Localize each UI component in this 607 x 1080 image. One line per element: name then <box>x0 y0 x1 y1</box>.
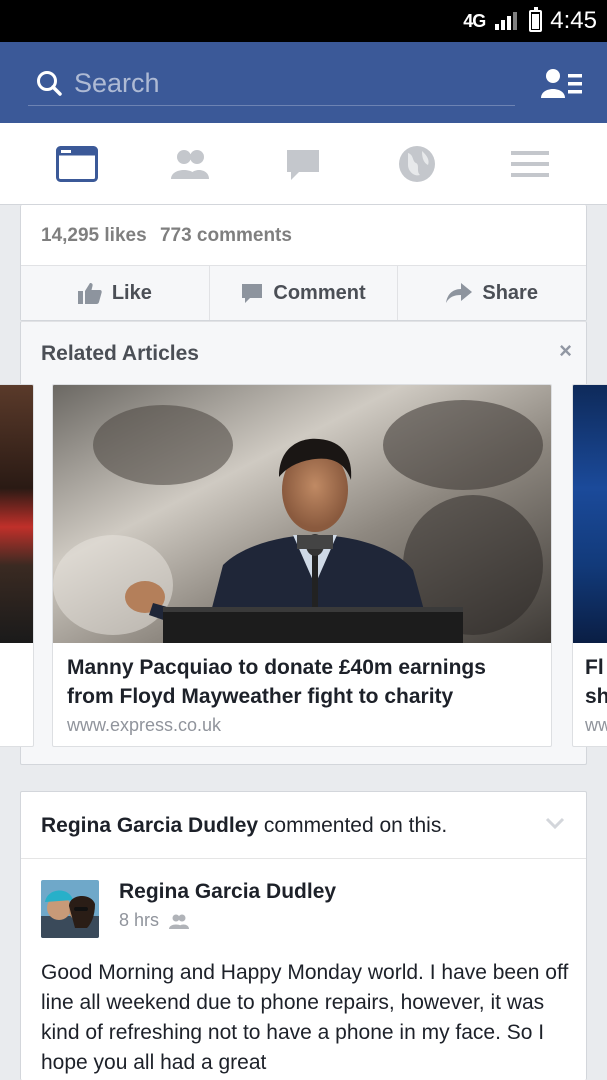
article-headline[interactable]: Manny Pacquiao to donate £40m earnings f… <box>67 653 537 711</box>
post-actions: Like Comment Share <box>21 265 586 320</box>
feed-story: Regina Garcia Dudley commented on this. … <box>20 791 587 1080</box>
network-indicator: 4G <box>463 10 486 31</box>
news-feed-icon <box>55 145 98 182</box>
tab-menu[interactable] <box>500 134 560 194</box>
tab-notifications[interactable] <box>387 134 447 194</box>
story-header: Regina Garcia Dudley commented on this. <box>41 814 447 838</box>
article-thumbnail <box>573 385 607 643</box>
article-source: www.express.co.uk <box>67 715 222 735</box>
previous-article-card[interactable] <box>0 384 34 747</box>
engagement-counts: 14,295 likes 773 comments <box>41 225 292 247</box>
signal-icon <box>493 10 521 32</box>
comments-count[interactable]: 773 comments <box>160 225 292 246</box>
share-arrow-icon <box>446 283 473 303</box>
messages-icon <box>287 149 320 180</box>
friend-requests-icon[interactable] <box>541 66 585 102</box>
timestamp[interactable]: 8 hrs <box>119 910 159 931</box>
article-thumbnail <box>53 385 551 643</box>
related-article-card[interactable]: Manny Pacquiao to donate £40m earnings f… <box>52 384 552 747</box>
globe-icon <box>398 145 435 182</box>
search-bar[interactable] <box>28 62 515 106</box>
post-body: Good Morning and Happy Monday world. I h… <box>41 961 569 1074</box>
share-button[interactable]: Share <box>397 266 586 320</box>
article-thumbnail <box>0 385 33 643</box>
actor-name[interactable]: Regina Garcia Dudley <box>41 814 258 837</box>
author-name[interactable]: Regina Garcia Dudley <box>119 880 336 904</box>
comment-button[interactable]: Comment <box>208 266 398 320</box>
comment-icon <box>242 284 263 303</box>
divider <box>21 858 586 859</box>
share-label: Share <box>482 281 538 304</box>
avatar-photo <box>41 880 99 938</box>
search-input[interactable] <box>74 68 494 99</box>
tab-bar <box>0 123 607 205</box>
like-label: Like <box>111 281 152 304</box>
next-article-headline: Fl sh <box>585 656 607 708</box>
tab-friends[interactable] <box>160 134 220 194</box>
status-bar: 4G 4:45 <box>0 0 607 42</box>
friends-icon <box>171 149 210 179</box>
hamburger-icon <box>511 150 550 177</box>
avatar[interactable] <box>41 880 99 938</box>
battery-icon <box>529 7 543 32</box>
next-article-source: ww <box>585 715 607 735</box>
close-icon[interactable]: × <box>559 338 572 364</box>
activity-text: commented on this. <box>263 814 448 837</box>
tab-news-feed[interactable] <box>47 134 107 194</box>
next-article-card[interactable]: Fl sh ww <box>572 384 607 747</box>
chevron-down-icon[interactable] <box>544 812 566 834</box>
thumbs-up-icon <box>77 283 102 304</box>
like-button[interactable]: Like <box>21 266 209 320</box>
article-photo <box>53 385 551 643</box>
search-icon <box>37 70 62 96</box>
likes-count[interactable]: 14,295 likes <box>41 225 147 246</box>
clock: 4:45 <box>550 7 597 34</box>
tab-messages[interactable] <box>273 134 333 194</box>
top-header <box>0 42 607 123</box>
post-meta: 8 hrs <box>119 910 190 931</box>
related-articles-title: Related Articles <box>41 342 199 365</box>
comment-label: Comment <box>273 281 366 304</box>
post-footer: 14,295 likes 773 comments Like Comment S… <box>20 205 587 321</box>
friends-audience-icon[interactable] <box>169 913 190 929</box>
